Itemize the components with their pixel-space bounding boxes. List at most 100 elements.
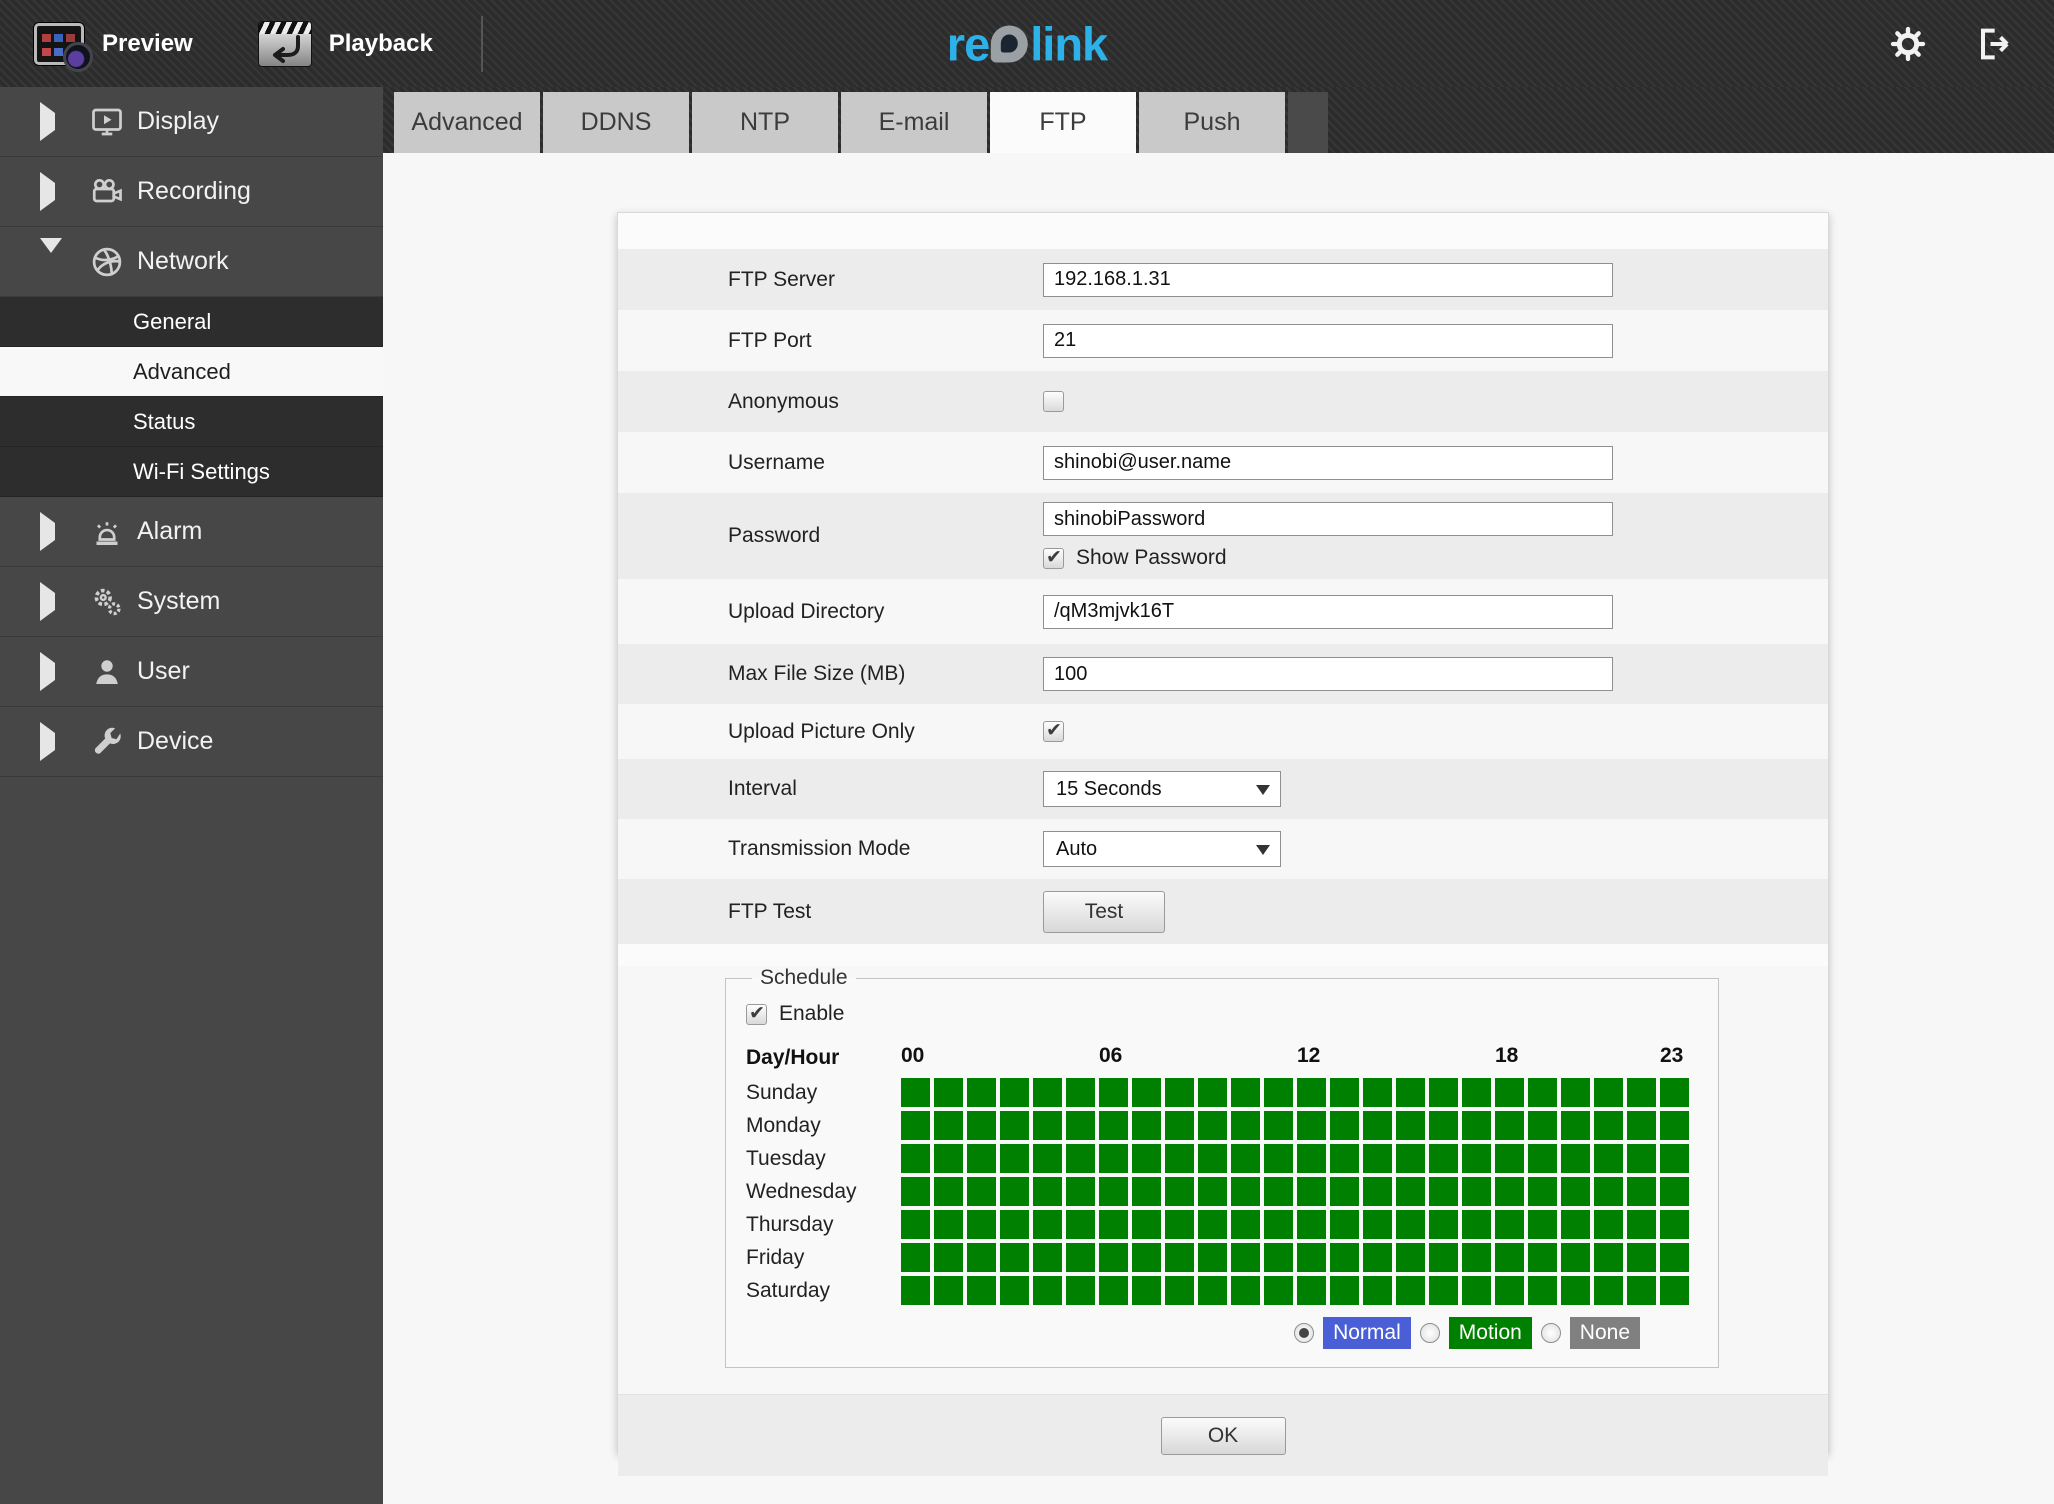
schedule-cell[interactable]	[1198, 1243, 1227, 1272]
schedule-cell[interactable]	[934, 1111, 963, 1140]
schedule-cell[interactable]	[1066, 1144, 1095, 1173]
schedule-cell[interactable]	[934, 1177, 963, 1206]
schedule-cell[interactable]	[1594, 1243, 1623, 1272]
sidebar-item-recording[interactable]: Recording	[0, 157, 383, 227]
schedule-cell[interactable]	[1429, 1078, 1458, 1107]
schedule-cell[interactable]	[1561, 1111, 1590, 1140]
schedule-cell[interactable]	[901, 1243, 930, 1272]
schedule-cell[interactable]	[1330, 1144, 1359, 1173]
upload-directory-input[interactable]	[1043, 594, 1613, 629]
schedule-cell[interactable]	[1264, 1243, 1293, 1272]
schedule-cell[interactable]	[1594, 1078, 1623, 1107]
schedule-cell[interactable]	[1330, 1111, 1359, 1140]
schedule-cell[interactable]	[1462, 1078, 1491, 1107]
schedule-cell[interactable]	[1330, 1210, 1359, 1239]
schedule-cell[interactable]	[1000, 1144, 1029, 1173]
schedule-cell[interactable]	[1528, 1144, 1557, 1173]
ftp-server-input[interactable]	[1043, 262, 1613, 297]
schedule-cell[interactable]	[934, 1276, 963, 1305]
mode-radio-normal[interactable]	[1294, 1323, 1315, 1343]
schedule-cell[interactable]	[1495, 1276, 1524, 1305]
schedule-cell[interactable]	[1198, 1078, 1227, 1107]
schedule-cell[interactable]	[1561, 1144, 1590, 1173]
schedule-cell[interactable]	[1198, 1111, 1227, 1140]
sidebar-item-system[interactable]: System	[0, 567, 383, 637]
schedule-cell[interactable]	[1495, 1144, 1524, 1173]
schedule-cell[interactable]	[1462, 1276, 1491, 1305]
schedule-cell[interactable]	[1132, 1144, 1161, 1173]
schedule-cell[interactable]	[1627, 1111, 1656, 1140]
schedule-cell[interactable]	[1033, 1078, 1062, 1107]
schedule-cell[interactable]	[1627, 1210, 1656, 1239]
schedule-cell[interactable]	[1033, 1144, 1062, 1173]
ok-button[interactable]: OK	[1160, 1416, 1286, 1455]
schedule-cell[interactable]	[1528, 1078, 1557, 1107]
schedule-cell[interactable]	[1264, 1078, 1293, 1107]
schedule-cell[interactable]	[1627, 1177, 1656, 1206]
schedule-cell[interactable]	[1561, 1276, 1590, 1305]
schedule-cell[interactable]	[1528, 1243, 1557, 1272]
schedule-cell[interactable]	[1495, 1243, 1524, 1272]
schedule-cell[interactable]	[1495, 1078, 1524, 1107]
interval-select[interactable]: 15 Seconds	[1043, 771, 1281, 807]
schedule-cell[interactable]	[1231, 1177, 1260, 1206]
schedule-cell[interactable]	[1066, 1243, 1095, 1272]
schedule-cell[interactable]	[1165, 1177, 1194, 1206]
schedule-cell[interactable]	[1594, 1111, 1623, 1140]
schedule-cell[interactable]	[1297, 1177, 1326, 1206]
schedule-cell[interactable]	[1495, 1111, 1524, 1140]
schedule-cell[interactable]	[1165, 1078, 1194, 1107]
schedule-cell[interactable]	[901, 1144, 930, 1173]
schedule-cell[interactable]	[1660, 1111, 1689, 1140]
schedule-cell[interactable]	[1660, 1078, 1689, 1107]
schedule-cell[interactable]	[1297, 1276, 1326, 1305]
schedule-cell[interactable]	[1462, 1144, 1491, 1173]
schedule-cell[interactable]	[1594, 1177, 1623, 1206]
schedule-cell[interactable]	[1165, 1210, 1194, 1239]
schedule-cell[interactable]	[1231, 1111, 1260, 1140]
sidebar-item-user[interactable]: User	[0, 637, 383, 707]
schedule-cell[interactable]	[1396, 1078, 1425, 1107]
schedule-cell[interactable]	[1396, 1111, 1425, 1140]
schedule-cell[interactable]	[1033, 1210, 1062, 1239]
schedule-cell[interactable]	[1198, 1144, 1227, 1173]
schedule-cell[interactable]	[1396, 1276, 1425, 1305]
schedule-cell[interactable]	[1561, 1177, 1590, 1206]
upload-picture-only-checkbox[interactable]	[1043, 719, 1064, 742]
schedule-cell[interactable]	[1660, 1210, 1689, 1239]
schedule-cell[interactable]	[1363, 1078, 1392, 1107]
mode-label-none[interactable]: None	[1569, 1317, 1640, 1349]
schedule-cell[interactable]	[1264, 1111, 1293, 1140]
schedule-cell[interactable]	[1000, 1078, 1029, 1107]
schedule-cell[interactable]	[967, 1243, 996, 1272]
tab-ddns[interactable]: DDNS	[543, 92, 689, 153]
sidebar-item-general[interactable]: General	[0, 297, 383, 347]
schedule-cell[interactable]	[1231, 1243, 1260, 1272]
schedule-cell[interactable]	[1462, 1177, 1491, 1206]
schedule-cell[interactable]	[1099, 1210, 1128, 1239]
schedule-cell[interactable]	[934, 1243, 963, 1272]
schedule-cell[interactable]	[1363, 1210, 1392, 1239]
schedule-cell[interactable]	[934, 1078, 963, 1107]
schedule-cell[interactable]	[1396, 1243, 1425, 1272]
schedule-cell[interactable]	[967, 1276, 996, 1305]
schedule-cell[interactable]	[1594, 1144, 1623, 1173]
ftp-test-button[interactable]: Test	[1043, 890, 1165, 933]
schedule-cell[interactable]	[967, 1177, 996, 1206]
schedule-cell[interactable]	[934, 1210, 963, 1239]
tab-email[interactable]: E-mail	[841, 92, 987, 153]
schedule-cell[interactable]	[901, 1276, 930, 1305]
tab-advanced[interactable]: Advanced	[394, 92, 540, 153]
schedule-cell[interactable]	[1231, 1144, 1260, 1173]
schedule-cell[interactable]	[1330, 1078, 1359, 1107]
schedule-cell[interactable]	[934, 1144, 963, 1173]
sidebar-item-advanced[interactable]: Advanced	[0, 347, 383, 397]
tab-ntp[interactable]: NTP	[692, 92, 838, 153]
schedule-cell[interactable]	[1231, 1210, 1260, 1239]
schedule-cell[interactable]	[1429, 1177, 1458, 1206]
schedule-cell[interactable]	[1429, 1210, 1458, 1239]
schedule-cell[interactable]	[1627, 1078, 1656, 1107]
schedule-cell[interactable]	[1627, 1276, 1656, 1305]
schedule-cell[interactable]	[1363, 1144, 1392, 1173]
schedule-cell[interactable]	[1198, 1177, 1227, 1206]
